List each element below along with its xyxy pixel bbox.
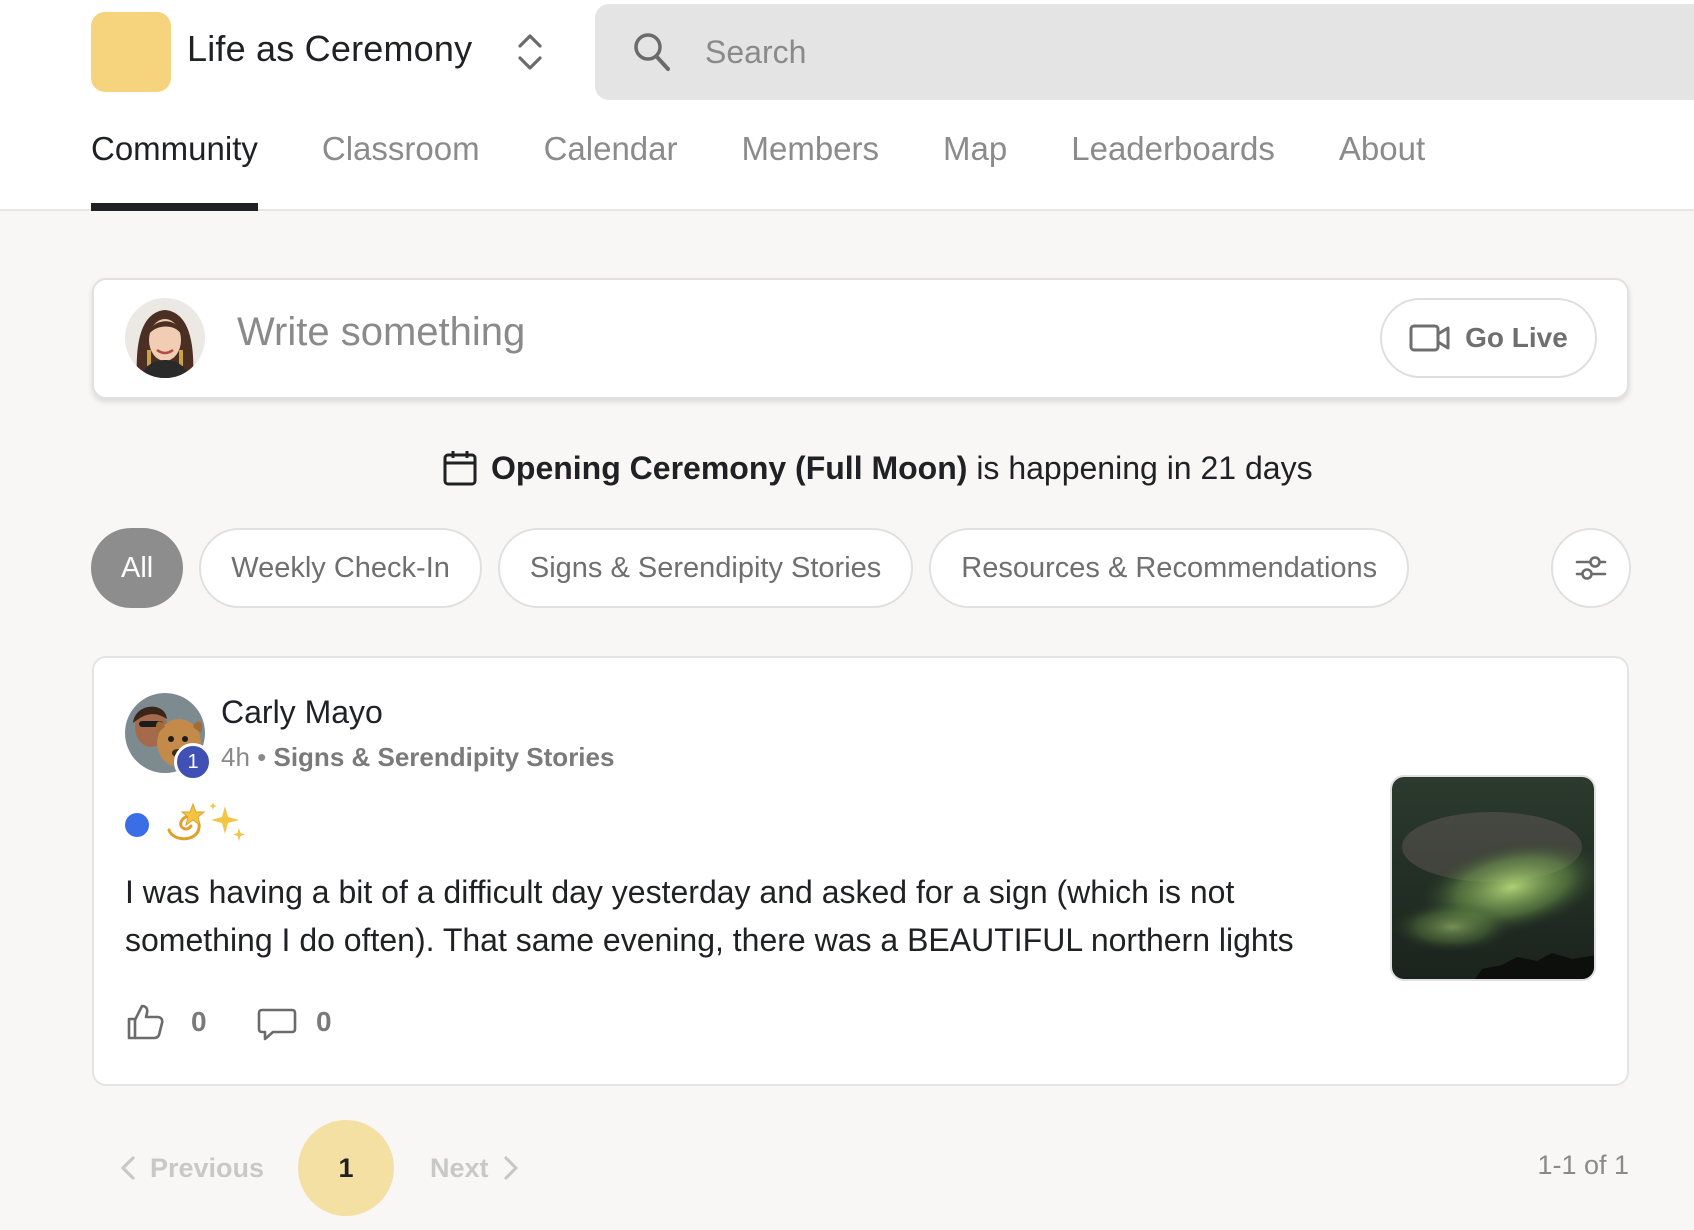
results-range: 1-1 of 1 [1537, 1150, 1629, 1180]
tab-map[interactable]: Map [943, 130, 1007, 211]
group-logo[interactable] [91, 12, 171, 92]
video-camera-icon [1409, 324, 1450, 352]
previous-label: Previous [150, 1152, 265, 1183]
tab-calendar[interactable]: Calendar [544, 130, 678, 211]
nav-tabs: Community Classroom Calendar Members Map… [91, 130, 1425, 211]
calendar-icon [443, 451, 477, 486]
tab-community[interactable]: Community [91, 130, 258, 211]
search-icon [634, 33, 670, 71]
top-header: Life as Ceremony Community Classroom Cal… [0, 0, 1694, 211]
sparkles-icon [209, 802, 245, 841]
page-number-current[interactable]: 1 [298, 1120, 394, 1216]
meta-separator: • [249, 742, 274, 772]
previous-page-button[interactable]: Previous [120, 1150, 264, 1186]
event-countdown: is happening in 21 days [967, 449, 1313, 486]
like-count: 0 [191, 1006, 207, 1037]
filter-settings-button[interactable] [1551, 528, 1631, 608]
comment-count: 0 [316, 1006, 332, 1037]
filter-chip-resources[interactable]: Resources & Recommendations [929, 528, 1410, 608]
post-time: 4h [221, 742, 250, 772]
level-badge: 1 [174, 743, 212, 781]
post-meta: 4h • Signs & Serendipity Stories [221, 742, 614, 773]
event-name[interactable]: Opening Ceremony (Full Moon) [491, 450, 967, 486]
post-title-emoji [167, 802, 245, 841]
next-page-button[interactable]: Next [430, 1150, 519, 1186]
tab-members[interactable]: Members [742, 130, 880, 211]
filter-chip-weekly-check-in[interactable]: Weekly Check-In [199, 528, 482, 608]
tab-about[interactable]: About [1339, 130, 1425, 211]
chevron-right-icon [503, 1156, 518, 1180]
post-image-thumbnail[interactable] [1390, 775, 1596, 981]
go-live-button[interactable]: Go Live [1380, 298, 1597, 378]
group-name[interactable]: Life as Ceremony [187, 28, 472, 70]
tab-leaderboards[interactable]: Leaderboards [1071, 130, 1275, 211]
search-input[interactable] [705, 24, 1605, 80]
comment-icon[interactable] [257, 1004, 297, 1044]
upcoming-event-banner[interactable]: Opening Ceremony (Full Moon) is happenin… [443, 444, 1313, 492]
sliders-icon [1575, 556, 1607, 580]
post-body[interactable]: I was having a bit of a difficult day ye… [125, 868, 1325, 964]
dizzy-star-icon [167, 802, 206, 841]
like-thumbs-up-icon[interactable] [125, 1002, 165, 1042]
chevron-left-icon [121, 1156, 135, 1180]
filter-chip-signs-serendipity[interactable]: Signs & Serendipity Stories [497, 528, 914, 608]
next-label: Next [430, 1152, 489, 1183]
write-something-input[interactable]: Write something [237, 310, 525, 355]
tab-classroom[interactable]: Classroom [322, 130, 480, 211]
go-live-label: Go Live [1465, 322, 1568, 353]
chevron-up-down-icon[interactable] [514, 30, 546, 74]
post-category[interactable]: Signs & Serendipity Stories [273, 742, 614, 772]
category-filters: All Weekly Check-In Signs & Serendipity … [91, 528, 1410, 608]
unread-indicator [125, 813, 149, 837]
filter-chip-all[interactable]: All [91, 528, 184, 608]
post-author-name[interactable]: Carly Mayo [221, 694, 383, 731]
user-avatar [125, 298, 205, 378]
